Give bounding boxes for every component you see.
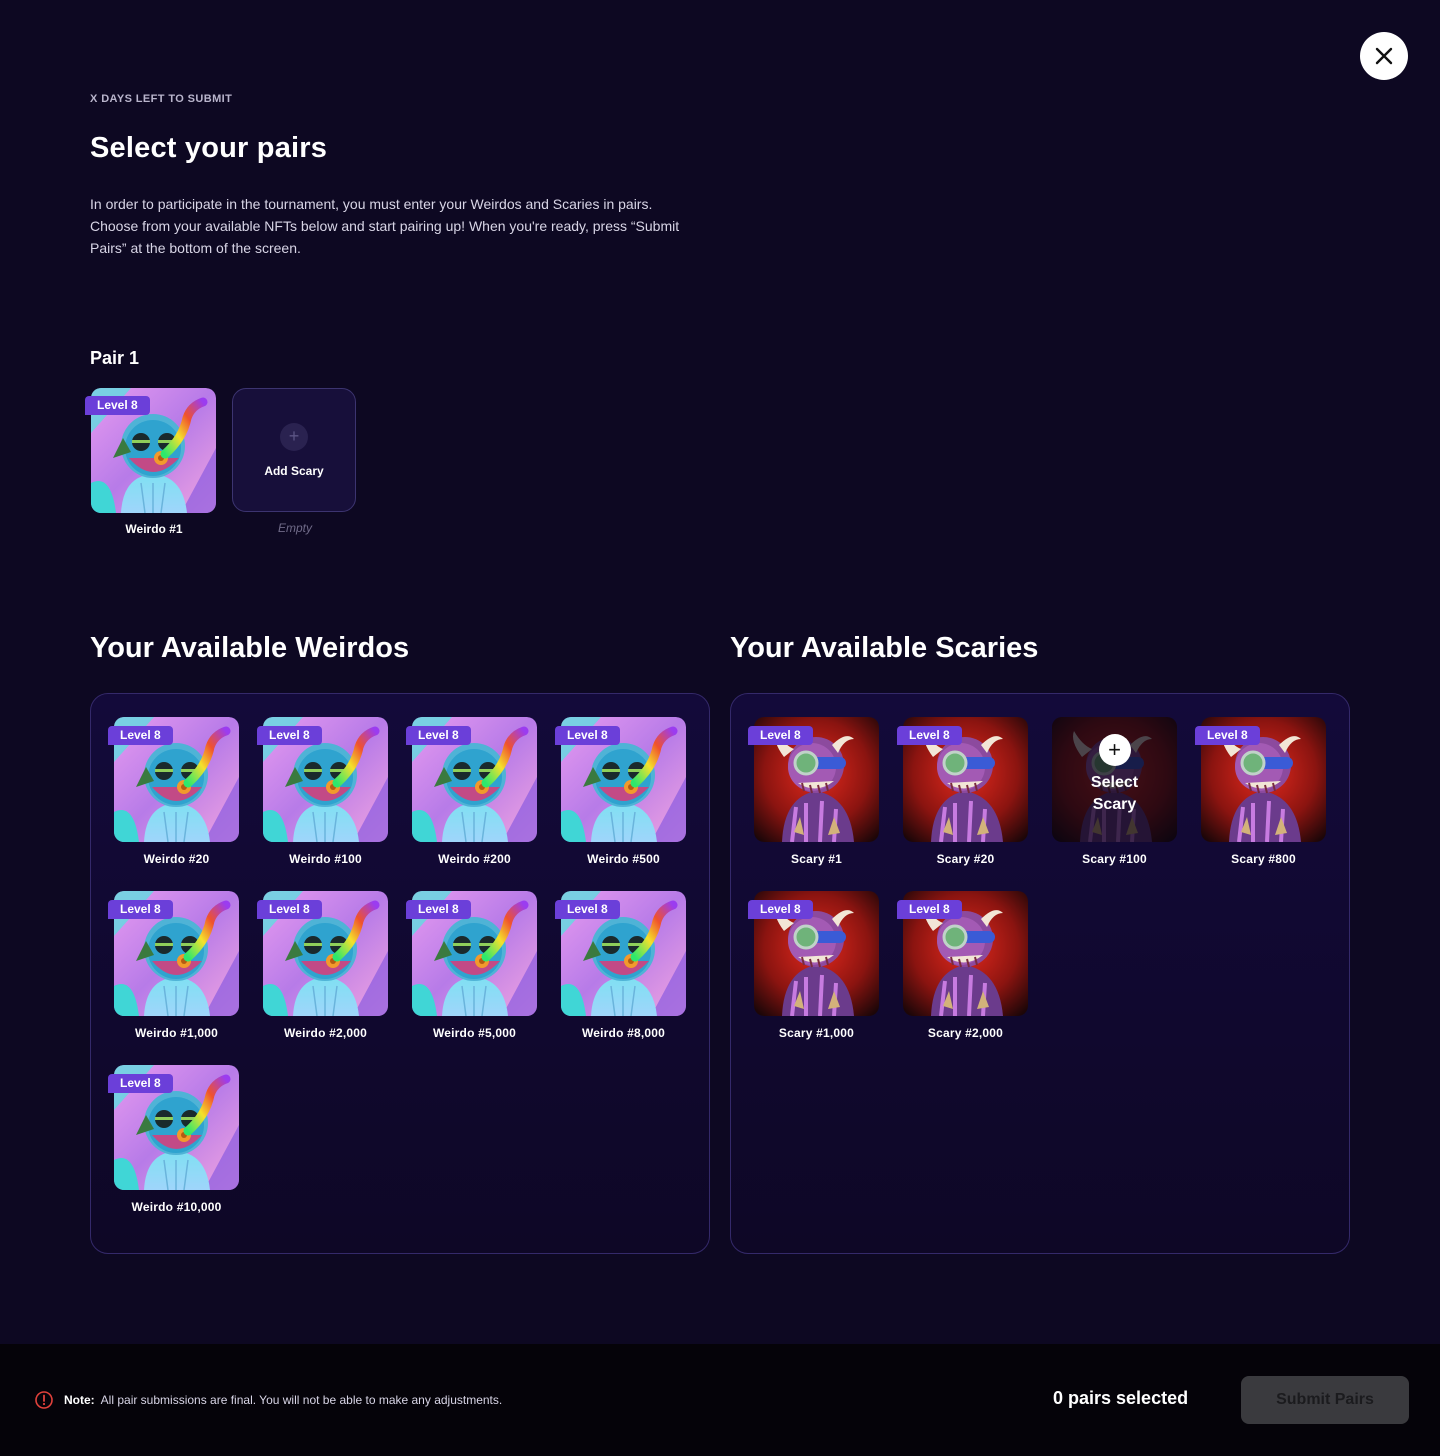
select-scary-overlay[interactable]: + Select Scary (1052, 717, 1177, 842)
weirdo-card[interactable]: Level 8 Weirdo #8,000 (555, 891, 686, 1040)
close-icon (1375, 47, 1393, 65)
weirdo-name: Weirdo #200 (438, 852, 511, 866)
level-badge: Level 8 (85, 396, 150, 415)
deadline-eyebrow: X DAYS LEFT TO SUBMIT (90, 93, 233, 105)
weirdos-section-title: Your Available Weirdos (90, 632, 410, 664)
weirdo-thumbnail: Level 8 (406, 717, 537, 842)
level-badge: Level 8 (555, 900, 620, 919)
weirdo-name: Weirdo #2,000 (283, 1026, 368, 1040)
level-badge: Level 8 (748, 726, 813, 745)
level-badge: Level 8 (257, 726, 322, 745)
level-badge: Level 8 (555, 726, 620, 745)
level-badge: Level 8 (406, 726, 471, 745)
add-scary-button[interactable]: + Add Scary (232, 388, 356, 512)
scaries-panel: Level 8 Scary #1 Level 8 Scary #20 + Sel… (730, 693, 1350, 1254)
pair-weirdo-name: Weirdo #1 (125, 522, 183, 536)
weirdo-thumbnail: Level 8 (555, 891, 686, 1016)
scaries-section-title: Your Available Scaries (730, 632, 1039, 664)
select-scary-label: Select Scary (1090, 773, 1139, 813)
pair-title: Pair 1 (90, 348, 140, 368)
scary-thumbnail: + Select Scary (1052, 717, 1177, 842)
weirdo-name: Weirdo #8,000 (581, 1026, 666, 1040)
weirdo-thumbnail: Level 8 (406, 891, 537, 1016)
weirdo-card[interactable]: Level 8 Weirdo #10,000 (108, 1065, 239, 1214)
weirdo-name: Weirdo #5,000 (432, 1026, 517, 1040)
level-badge: Level 8 (108, 726, 173, 745)
pair-scary-empty: Empty (277, 521, 312, 535)
weirdo-card[interactable]: Level 8 Weirdo #1,000 (108, 891, 239, 1040)
scary-name: Scary #2,000 (927, 1026, 1004, 1040)
weirdo-thumbnail: Level 8 (555, 717, 686, 842)
weirdo-card[interactable]: Level 8 Weirdo #500 (555, 717, 686, 866)
weirdo-name: Weirdo #20 (143, 852, 210, 866)
scary-thumbnail: Level 8 (897, 891, 1028, 1016)
final-note: Note: All pair submissions are final. Yo… (35, 1391, 502, 1409)
page-title: Select your pairs (90, 132, 328, 164)
pair-scary-slot[interactable]: + Add Scary Empty (232, 388, 358, 535)
scary-card[interactable]: Level 8 Scary #20 (897, 717, 1028, 866)
scary-name: Scary #20 (936, 852, 995, 866)
scaries-grid: Level 8 Scary #1 Level 8 Scary #20 + Sel… (748, 717, 1326, 1040)
weirdo-card[interactable]: Level 8 Weirdo #2,000 (257, 891, 388, 1040)
scary-name: Scary #1,000 (778, 1026, 855, 1040)
add-scary-label: Add Scary (264, 463, 324, 478)
weirdo-thumbnail: Level 8 (257, 717, 388, 842)
scary-card[interactable]: Level 8 Scary #1 (748, 717, 879, 866)
scary-card[interactable]: + Select Scary Scary #100 (1052, 717, 1177, 866)
level-badge: Level 8 (897, 726, 962, 745)
scary-card[interactable]: Level 8 Scary #2,000 (897, 891, 1028, 1040)
level-badge: Level 8 (108, 900, 173, 919)
scary-thumbnail: Level 8 (1195, 717, 1326, 842)
level-badge: Level 8 (406, 900, 471, 919)
note-text: All pair submissions are final. You will… (100, 1393, 503, 1407)
pair-weirdo-slot[interactable]: Level 8 Weirdo #1 (85, 388, 217, 536)
weirdos-grid: Level 8 Weirdo #20 Level 8 Weirdo #100 L… (108, 717, 686, 1214)
scary-name: Scary #1 (791, 852, 842, 866)
intro-text: In order to participate in the tournamen… (90, 196, 680, 256)
weirdo-card[interactable]: Level 8 Weirdo #20 (108, 717, 239, 866)
weirdo-name: Weirdo #1,000 (134, 1026, 219, 1040)
submit-pairs-button[interactable]: Submit Pairs (1241, 1376, 1409, 1424)
scary-name: Scary #100 (1082, 852, 1147, 866)
scary-thumbnail: Level 8 (897, 717, 1028, 842)
weirdo-thumbnail: Level 8 (108, 1065, 239, 1190)
level-badge: Level 8 (257, 900, 322, 919)
plus-icon: + (1098, 733, 1131, 766)
scary-card[interactable]: Level 8 Scary #1,000 (748, 891, 879, 1040)
level-badge: Level 8 (897, 900, 962, 919)
scary-thumbnail: Level 8 (748, 717, 879, 842)
weirdo-thumbnail: Level 8 (108, 717, 239, 842)
footer-bar: Note: All pair submissions are final. Yo… (0, 1344, 1440, 1456)
scary-card[interactable]: Level 8 Scary #800 (1195, 717, 1326, 866)
weirdo-name: Weirdo #500 (587, 852, 660, 866)
scary-thumbnail: Level 8 (748, 891, 879, 1016)
level-badge: Level 8 (1195, 726, 1260, 745)
weirdo-card[interactable]: Level 8 Weirdo #200 (406, 717, 537, 866)
warning-circle-icon (35, 1391, 53, 1409)
pairs-selected-count: 0 pairs selected (1053, 1388, 1189, 1408)
weirdo-card[interactable]: Level 8 Weirdo #100 (257, 717, 388, 866)
weirdos-panel: Level 8 Weirdo #20 Level 8 Weirdo #100 L… (90, 693, 710, 1254)
weirdo-thumbnail: Level 8 (108, 891, 239, 1016)
close-button[interactable] (1360, 32, 1408, 80)
weirdo-name: Weirdo #100 (289, 852, 362, 866)
note-label: Note: (64, 1393, 95, 1407)
weirdo-card[interactable]: Level 8 Weirdo #5,000 (406, 891, 537, 1040)
weirdo-thumbnail: Level 8 (257, 891, 388, 1016)
scary-name: Scary #800 (1231, 852, 1296, 866)
level-badge: Level 8 (108, 1074, 173, 1093)
weirdo-thumbnail: Level 8 (85, 388, 216, 513)
level-badge: Level 8 (748, 900, 813, 919)
plus-icon: + (280, 422, 308, 451)
weirdo-name: Weirdo #10,000 (131, 1200, 222, 1214)
